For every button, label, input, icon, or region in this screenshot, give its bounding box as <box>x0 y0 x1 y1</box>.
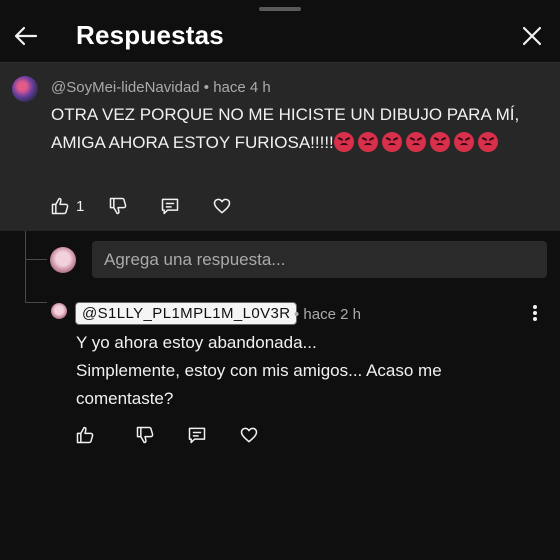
thumbs-up-icon <box>76 426 94 444</box>
angry-face-icon <box>429 132 450 152</box>
avatar[interactable] <box>51 303 67 319</box>
thread-connector <box>25 302 47 303</box>
header: Respuestas <box>0 12 560 60</box>
reply-author-chip[interactable]: @S1LLY_PL1MPL1M_L0V3R <box>75 302 298 325</box>
back-button[interactable] <box>12 22 40 50</box>
reply-actions <box>75 425 259 445</box>
reply-time: • hace 2 h <box>294 306 361 323</box>
dislike-button[interactable] <box>108 196 128 216</box>
thread-connector <box>25 231 26 303</box>
reply-text: Y yo ahora estoy abandonada... Simplemen… <box>76 329 536 413</box>
more-options-button[interactable] <box>530 305 540 325</box>
reply-button[interactable] <box>187 425 207 445</box>
heart-button[interactable] <box>239 425 259 445</box>
thumbs-up-icon <box>51 197 69 215</box>
thumbs-down-icon <box>110 197 127 215</box>
comment-author[interactable]: @SoyMei-lideNavidad <box>51 79 200 96</box>
parent-comment: @SoyMei-lideNavidad • hace 4 h OTRA VEZ … <box>0 63 560 231</box>
reply-line: Simplemente, estoy con mis amigos... Aca… <box>76 361 442 380</box>
like-button[interactable]: 1 <box>50 196 84 216</box>
sheet-drag-handle[interactable] <box>259 7 301 11</box>
heart-button[interactable] <box>212 196 232 216</box>
comment-text: OTRA VEZ PORQUE NO ME HICISTE UN DIBUJO … <box>51 101 531 157</box>
more-vertical-icon <box>530 305 540 321</box>
thread-connector <box>25 259 47 260</box>
like-button[interactable] <box>75 425 95 445</box>
like-count: 1 <box>76 197 85 215</box>
angry-face-icon <box>477 132 498 152</box>
reply-line: comentaste? <box>76 389 174 408</box>
avatar[interactable] <box>12 76 38 102</box>
comment-time: • hace 4 h <box>203 79 271 96</box>
heart-icon <box>240 427 258 443</box>
emoji-group <box>333 132 502 152</box>
angry-face-icon <box>381 132 402 152</box>
comment-icon <box>162 198 179 215</box>
thumbs-down-icon <box>136 426 154 444</box>
angry-face-icon <box>453 132 474 152</box>
current-user-avatar <box>50 247 76 273</box>
angry-face-icon <box>357 132 378 152</box>
page-title: Respuestas <box>76 20 224 50</box>
reply-input[interactable] <box>92 241 547 278</box>
comment-meta: @SoyMei-lideNavidad • hace 4 h <box>51 79 271 96</box>
dislike-button[interactable] <box>135 425 155 445</box>
close-button[interactable] <box>518 22 546 50</box>
reply-button[interactable] <box>160 196 180 216</box>
heart-icon <box>214 198 231 214</box>
comment-actions: 1 <box>50 196 232 216</box>
comment-icon <box>188 427 206 444</box>
close-icon <box>522 26 542 46</box>
reply-line: Y yo ahora estoy abandonada... <box>76 333 317 352</box>
angry-face-icon <box>405 132 426 152</box>
angry-face-icon <box>333 132 354 152</box>
arrow-left-icon <box>14 26 38 46</box>
